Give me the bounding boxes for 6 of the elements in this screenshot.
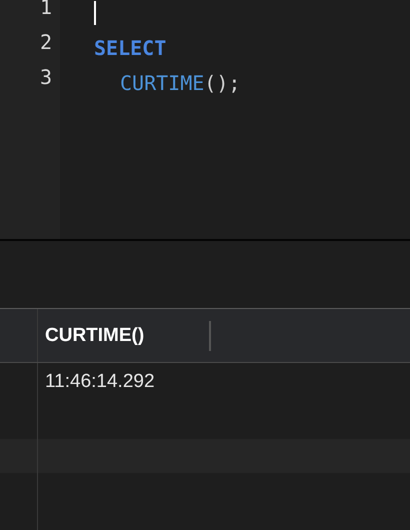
line-number: 2 [40,30,52,54]
sql-keyword: SELECT [94,36,166,60]
punctuation: (); [204,70,240,94]
line-number: 3 [40,65,52,89]
table-cell-text: 11:46:14.292 [44,370,155,394]
function-name: CURTIME [120,70,204,94]
